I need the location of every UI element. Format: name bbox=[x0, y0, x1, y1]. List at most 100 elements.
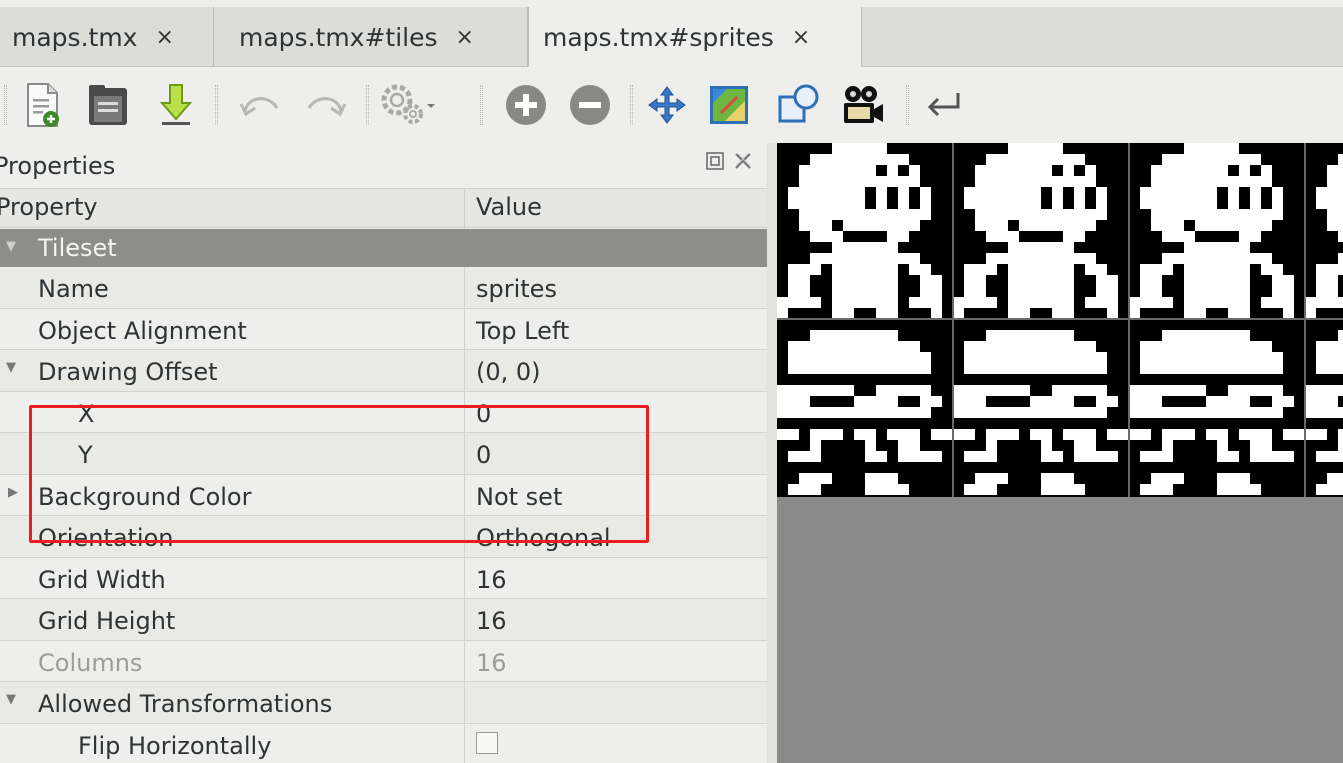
expand-arrow-icon[interactable]: ▼ bbox=[6, 692, 16, 707]
sprite-pixel bbox=[799, 341, 810, 352]
close-icon[interactable]: × bbox=[792, 25, 810, 50]
collapsed-arrow-icon[interactable]: ▶ bbox=[8, 485, 18, 500]
export-icon[interactable] bbox=[152, 79, 200, 131]
close-icon[interactable] bbox=[733, 151, 753, 171]
sprite-pixel bbox=[1327, 220, 1338, 231]
sprite-pixel bbox=[876, 473, 887, 484]
sprite-pixel bbox=[810, 297, 821, 308]
sprite-pixel bbox=[777, 297, 788, 308]
sprite-pixel bbox=[843, 352, 854, 363]
property-row-y[interactable]: Y 0 bbox=[0, 433, 767, 475]
sprite-pixel bbox=[1118, 429, 1129, 440]
sprite-pixel bbox=[810, 429, 821, 440]
close-icon[interactable]: × bbox=[456, 25, 474, 50]
sprite-pixel bbox=[1217, 429, 1228, 440]
sprite-pixel bbox=[1162, 176, 1173, 187]
property-label: Flip Horizontally bbox=[78, 731, 272, 760]
property-row-grid-width[interactable]: Grid Width 16 bbox=[0, 557, 767, 599]
expand-arrow-icon[interactable]: ▼ bbox=[6, 239, 16, 254]
sprite-pixel bbox=[1008, 154, 1019, 165]
sprite-pixel bbox=[1239, 242, 1250, 253]
tileset-grid[interactable] bbox=[777, 143, 1343, 497]
tab-label: maps.tmx#sprites bbox=[543, 22, 774, 52]
sprite-pixel bbox=[1283, 308, 1294, 319]
property-row-allowed-transformations[interactable]: ▼ Allowed Transformations bbox=[0, 682, 767, 724]
property-value[interactable]: Orthogonal bbox=[476, 524, 611, 552]
panel-splitter[interactable] bbox=[767, 143, 777, 763]
sprite-pixel bbox=[1272, 363, 1283, 374]
rotate-icon[interactable] bbox=[920, 79, 968, 131]
animation-icon[interactable] bbox=[839, 79, 887, 131]
sprite-pixel bbox=[1052, 286, 1063, 297]
collision-icon[interactable] bbox=[775, 79, 823, 131]
tab-tiles[interactable]: maps.tmx#tiles × bbox=[214, 7, 528, 67]
move-icon[interactable] bbox=[643, 79, 691, 131]
property-row-drawing-offset[interactable]: ▼ Drawing Offset (0, 0) bbox=[0, 350, 767, 392]
sprite-pixel bbox=[1173, 352, 1184, 363]
column-header-property[interactable]: Property bbox=[0, 193, 98, 221]
sprite-pixel bbox=[1250, 198, 1261, 209]
property-value[interactable]: 16 bbox=[476, 607, 507, 635]
sprite-pixel bbox=[1052, 253, 1063, 264]
properties-panel: Properties Property Value ▼ Tileset Name… bbox=[0, 143, 767, 763]
sprite-pixel bbox=[986, 231, 997, 242]
sprite-pixel bbox=[1162, 429, 1173, 440]
float-icon[interactable] bbox=[705, 151, 725, 171]
sprite-pixel bbox=[788, 264, 799, 275]
sprite-pixel bbox=[1008, 176, 1019, 187]
property-row-grid-height[interactable]: Grid Height 16 bbox=[0, 599, 767, 641]
sprite-pixel bbox=[1206, 396, 1217, 407]
sprite-pixel bbox=[1327, 473, 1338, 484]
new-tileset-icon[interactable] bbox=[18, 79, 66, 131]
sprite-pixel bbox=[1261, 220, 1272, 231]
sprite-pixel bbox=[1217, 407, 1228, 418]
terrain-icon[interactable] bbox=[705, 79, 753, 131]
sprite-pixel bbox=[1019, 253, 1030, 264]
expand-arrow-icon[interactable]: ▼ bbox=[6, 360, 16, 375]
sprite-pixel bbox=[997, 176, 1008, 187]
property-row-name[interactable]: Name sprites bbox=[0, 267, 767, 309]
property-value[interactable]: 0 bbox=[476, 441, 491, 469]
property-value[interactable]: 16 bbox=[476, 566, 507, 594]
sprite-pixel bbox=[1239, 297, 1250, 308]
sprite-pixel bbox=[1096, 385, 1107, 396]
flip-horizontally-checkbox[interactable] bbox=[476, 731, 498, 754]
property-value[interactable]: sprites bbox=[476, 275, 557, 303]
property-row-background-color[interactable]: ▶ Background Color Not set bbox=[0, 474, 767, 516]
property-value[interactable]: 0 bbox=[476, 400, 491, 428]
tab-sprites[interactable]: maps.tmx#sprites × bbox=[528, 7, 862, 67]
property-value[interactable]: (0, 0) bbox=[476, 358, 541, 386]
property-row-flip-horizontally[interactable]: Flip Horizontally bbox=[0, 723, 767, 763]
property-value[interactable]: Not set bbox=[476, 483, 562, 511]
remove-tile-icon[interactable] bbox=[566, 79, 614, 131]
sprite-pixel bbox=[1008, 242, 1019, 253]
property-row-object-alignment[interactable]: Object Alignment Top Left bbox=[0, 308, 767, 350]
property-row-x[interactable]: X 0 bbox=[0, 391, 767, 433]
sprite-pixel bbox=[975, 363, 986, 374]
sprite-pixel bbox=[876, 297, 887, 308]
open-icon[interactable] bbox=[84, 79, 132, 131]
sprite-pixel bbox=[1184, 407, 1195, 418]
sprite-pixel bbox=[975, 198, 986, 209]
property-row-orientation[interactable]: Orientation Orthogonal bbox=[0, 516, 767, 558]
sprite-pixel bbox=[1206, 407, 1217, 418]
sprite-pixel bbox=[1019, 242, 1030, 253]
toolbar-grip bbox=[4, 85, 7, 125]
properties-header: Property Value bbox=[0, 188, 767, 229]
sprite-pixel bbox=[1239, 363, 1250, 374]
settings-icon[interactable] bbox=[378, 79, 438, 131]
column-divider[interactable] bbox=[464, 189, 465, 229]
sprite-pixel bbox=[1239, 176, 1250, 187]
sprite-pixel bbox=[1250, 451, 1261, 462]
property-label: Allowed Transformations bbox=[38, 690, 333, 718]
close-icon[interactable]: × bbox=[155, 25, 173, 50]
group-tileset[interactable]: ▼ Tileset bbox=[0, 229, 767, 267]
column-header-value[interactable]: Value bbox=[476, 193, 542, 221]
add-tile-icon[interactable] bbox=[502, 79, 550, 131]
sprite-pixel bbox=[909, 440, 920, 451]
tab-maps[interactable]: maps.tmx × bbox=[0, 7, 214, 67]
property-value[interactable]: Top Left bbox=[476, 317, 569, 345]
tileset-view[interactable] bbox=[777, 143, 1343, 763]
sprite-pixel bbox=[1085, 209, 1096, 220]
sprite-pixel bbox=[920, 396, 931, 407]
